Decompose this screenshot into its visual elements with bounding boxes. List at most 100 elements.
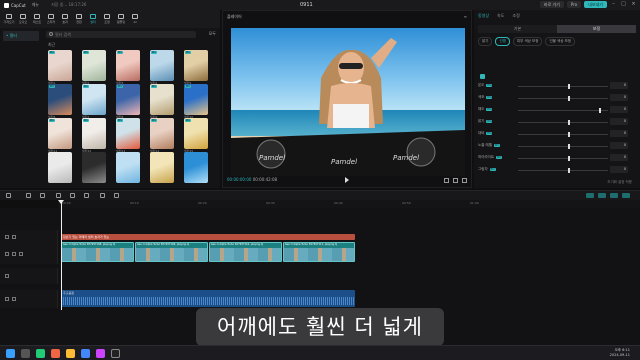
browser-icon[interactable] xyxy=(81,349,90,358)
filter-thumbnail[interactable] xyxy=(150,152,174,183)
preview-axis-icon[interactable] xyxy=(610,193,618,198)
property-slider[interactable] xyxy=(518,98,608,99)
video-clip[interactable]: Gen-3 Alpha Turbo 657937111, playing dj xyxy=(283,242,355,262)
filter-thumbnail[interactable]: Pro xyxy=(82,118,106,149)
audio-clip[interactable]: 추출음원 xyxy=(61,290,355,307)
filter-thumbnail[interactable]: Pro xyxy=(150,50,174,81)
close-icon[interactable]: × xyxy=(630,1,637,8)
eye-icon[interactable] xyxy=(12,235,16,239)
slider-handle[interactable] xyxy=(567,144,570,149)
property-value-input[interactable]: 0 xyxy=(610,118,628,125)
property-value-input[interactable]: 0 xyxy=(610,130,628,137)
filter-thumbnail[interactable]: Pro xyxy=(150,118,174,149)
eye-icon[interactable] xyxy=(12,252,16,256)
fullscreen-icon[interactable] xyxy=(462,178,467,183)
app-icon[interactable] xyxy=(51,349,60,358)
filter-thumbnail[interactable]: Pro xyxy=(48,84,72,115)
minimize-icon[interactable]: – xyxy=(610,1,617,8)
property-slider[interactable] xyxy=(518,134,608,135)
filter-thumbnail[interactable]: Pro xyxy=(82,84,106,115)
property-slider[interactable] xyxy=(518,146,608,147)
freeze-icon[interactable] xyxy=(100,193,105,198)
chip-skin-tone[interactable]: 피부 색상 보정 xyxy=(512,37,543,46)
subtab-basic[interactable]: 기본 xyxy=(478,25,557,33)
tool-text[interactable]: 텍스트 xyxy=(30,10,44,28)
timeline-ruler[interactable]: 00:00 00:10 00:20 00:30 00:40 00:50 01:00 xyxy=(58,200,640,208)
filter-thumbnail[interactable]: Pro xyxy=(116,84,140,115)
tool-adjust[interactable]: 조정 xyxy=(100,10,114,28)
sidebar-item-filters[interactable]: • 필터 xyxy=(3,31,39,41)
maximize-icon[interactable]: □ xyxy=(620,1,627,8)
slider-handle[interactable] xyxy=(567,168,570,173)
property-value-input[interactable]: 0 xyxy=(610,154,628,161)
capcut-taskbar-icon[interactable] xyxy=(111,349,120,358)
tab-video[interactable]: 동영상 xyxy=(478,13,489,18)
ratio-icon[interactable] xyxy=(453,178,458,183)
lock-icon[interactable] xyxy=(5,252,9,256)
video-preview[interactable]: Pamdel Pamdel Pamdel xyxy=(231,28,465,176)
tool-transitions[interactable]: 전환 xyxy=(72,10,86,28)
filter-thumbnail[interactable] xyxy=(48,152,72,183)
app-icon[interactable] xyxy=(96,349,105,358)
search-box[interactable] xyxy=(46,31,196,38)
property-value-input[interactable]: 0 xyxy=(610,142,628,149)
property-slider[interactable] xyxy=(518,158,608,159)
pro-button[interactable]: Pro xyxy=(566,1,582,8)
chip-sharp[interactable]: 선명 xyxy=(495,37,510,46)
chip-portrait-tone[interactable]: 인물 색상 보정 xyxy=(545,37,575,46)
export-button[interactable]: 내보내기 xyxy=(584,1,607,8)
property-value-input[interactable]: 0 xyxy=(610,82,628,89)
magnet-icon[interactable] xyxy=(586,193,594,198)
reset-link[interactable]: 초기화 설정 적용 xyxy=(607,180,632,185)
speaker-icon[interactable] xyxy=(12,297,16,301)
mute-icon[interactable] xyxy=(19,252,23,256)
tool-sticker[interactable]: 스티커 xyxy=(44,10,58,28)
zoom-icon[interactable] xyxy=(622,193,630,198)
video-clip[interactable]: Gen-3 Alpha Turbo 657937108, playing dj xyxy=(61,242,134,262)
video-clip[interactable]: Gen-3 Alpha Turbo 657937109, playing dj xyxy=(135,242,208,262)
search-input[interactable] xyxy=(55,31,190,38)
slider-handle[interactable] xyxy=(567,120,570,125)
split-icon[interactable] xyxy=(56,193,61,198)
filter-thumbnail[interactable] xyxy=(116,152,140,183)
undo-icon[interactable] xyxy=(26,193,31,198)
filter-thumbnail[interactable]: Pro xyxy=(48,50,72,81)
tab-adjust[interactable]: 조정 xyxy=(512,13,519,18)
select-icon[interactable] xyxy=(6,193,11,198)
reverse-icon[interactable] xyxy=(114,193,119,198)
project-title[interactable]: 0911 xyxy=(300,2,313,8)
tool-templates[interactable]: 템플릿 xyxy=(114,10,128,28)
more-icon[interactable]: ≡ xyxy=(464,14,467,19)
tool-filters[interactable]: 필터 xyxy=(86,10,100,28)
filter-thumbnail[interactable] xyxy=(82,152,106,183)
tool-effects[interactable]: 효과 xyxy=(58,10,72,28)
split-left-icon[interactable] xyxy=(70,193,75,198)
playhead[interactable] xyxy=(58,200,64,310)
video-clip[interactable]: Gen-3 Alpha Turbo 657937110, playing dj xyxy=(209,242,282,262)
folder-icon[interactable] xyxy=(66,349,75,358)
property-slider[interactable] xyxy=(518,110,608,111)
tool-import[interactable]: 가져오기 xyxy=(2,10,16,28)
play-icon[interactable] xyxy=(345,177,349,183)
subtab-correction[interactable]: 보정 xyxy=(557,25,636,33)
filter-thumbnail[interactable] xyxy=(184,152,208,183)
tab-speed[interactable]: 속도 xyxy=(497,13,504,18)
search-taskbar-icon[interactable] xyxy=(21,349,30,358)
filter-thumbnail[interactable]: Pro xyxy=(82,50,106,81)
menu-button[interactable]: 메뉴 xyxy=(32,2,39,8)
slider-handle[interactable] xyxy=(567,132,570,137)
filter-thumbnail[interactable]: Pro xyxy=(116,118,140,149)
enable-checkbox[interactable] xyxy=(480,74,485,79)
tool-ai[interactable]: AI xyxy=(128,10,142,28)
property-value-input[interactable]: 0 xyxy=(610,94,628,101)
chip-brightness[interactable]: 밝기 xyxy=(478,37,493,46)
slider-handle[interactable] xyxy=(567,156,570,161)
filter-thumbnail[interactable]: Pro xyxy=(150,84,174,115)
app-icon[interactable] xyxy=(36,349,45,358)
filter-dropdown[interactable]: 모두 xyxy=(209,31,216,37)
property-value-input[interactable]: 0 xyxy=(610,166,628,173)
text-clip[interactable]: 장난기 있는 카메라 필터 효과가 있는 xyxy=(61,234,355,240)
link-icon[interactable] xyxy=(598,193,606,198)
cover-icon[interactable] xyxy=(5,274,9,278)
property-value-input[interactable]: 0 xyxy=(610,106,628,113)
